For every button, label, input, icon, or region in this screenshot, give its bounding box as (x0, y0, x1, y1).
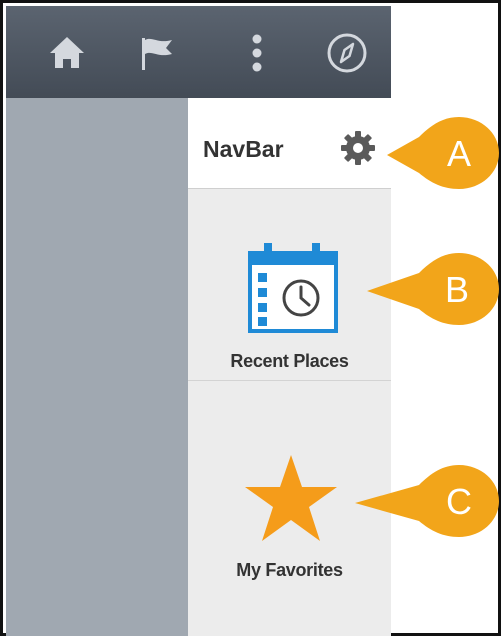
star-icon (243, 453, 339, 550)
callout-a: A (353, 115, 501, 195)
screenshot-frame: NavBar Recent Places My Favorites A B C (0, 0, 501, 636)
content-area-left (6, 98, 188, 636)
nav-item-label-my-favorites: My Favorites (236, 560, 343, 580)
callout-b-letter: B (445, 269, 470, 310)
top-toolbar (6, 6, 391, 98)
callout-b: B (353, 251, 501, 331)
home-icon[interactable] (44, 30, 90, 76)
callout-a-letter: A (447, 133, 472, 174)
navbar-title: NavBar (203, 136, 284, 162)
compass-icon[interactable] (324, 30, 370, 76)
vertical-dots-icon[interactable] (234, 30, 280, 76)
calendar-clock-icon (248, 243, 338, 340)
callout-c-letter: C (446, 481, 472, 522)
navbar-divider (188, 380, 391, 381)
callout-c: C (353, 463, 501, 543)
nav-item-label-recent-places: Recent Places (230, 351, 349, 371)
flag-icon[interactable] (134, 30, 180, 76)
